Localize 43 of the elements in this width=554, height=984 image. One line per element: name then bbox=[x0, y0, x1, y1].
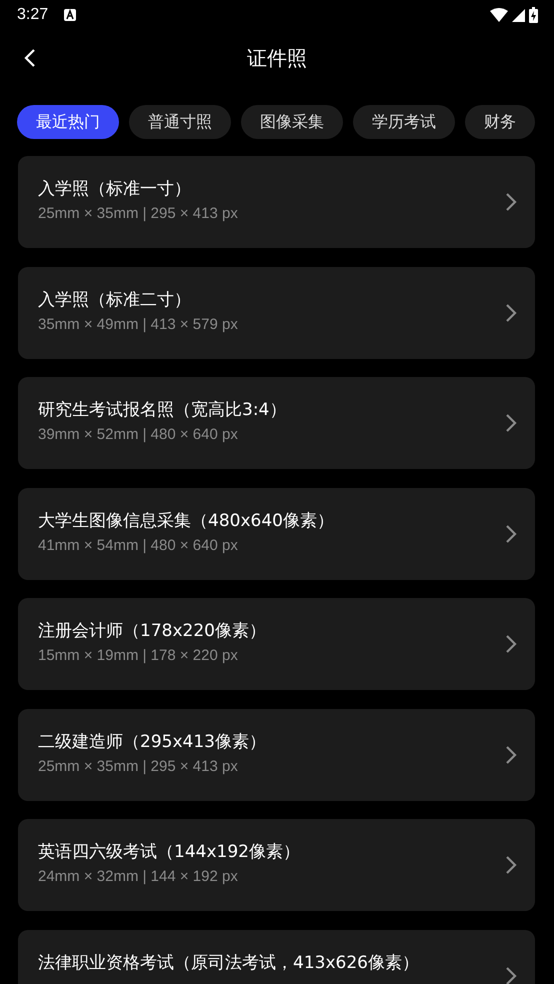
category-tab[interactable]: 图像采集 bbox=[241, 105, 343, 139]
battery-icon bbox=[529, 7, 538, 23]
size-dimensions: 25mm × 35mm | 295 × 413 px bbox=[38, 758, 239, 774]
page-title: 证件照 bbox=[247, 44, 307, 72]
chevron-right-icon bbox=[505, 634, 517, 654]
size-title: 入学照（标准一寸） bbox=[38, 178, 192, 200]
size-title: 法律职业资格考试（原司法考试，413x626像素） bbox=[38, 952, 420, 974]
category-tab[interactable]: 财务 bbox=[465, 105, 535, 139]
chevron-right-icon bbox=[505, 524, 517, 544]
category-tab[interactable]: 学历考试 bbox=[353, 105, 455, 139]
size-dimensions: 15mm × 19mm | 178 × 220 px bbox=[38, 647, 239, 664]
photo-size-card[interactable]: 入学照（标准一寸） 25mm × 35mm | 295 × 413 px bbox=[18, 156, 535, 248]
chevron-right-icon bbox=[505, 855, 517, 875]
photo-size-card[interactable]: 入学照（标准二寸） 35mm × 49mm | 413 × 579 px bbox=[18, 266, 535, 358]
status-time: 3:27 bbox=[17, 6, 48, 24]
category-tab[interactable]: 最近热门 bbox=[17, 105, 119, 139]
chevron-right-icon bbox=[505, 302, 517, 322]
chevron-right-icon bbox=[505, 192, 517, 212]
photo-size-card[interactable]: 法律职业资格考试（原司法考试，413x626像素） bbox=[18, 930, 535, 984]
photo-size-card[interactable]: 二级建造师（295x413像素） 25mm × 35mm | 295 × 413 px bbox=[18, 708, 535, 800]
chevron-right-icon bbox=[505, 744, 517, 764]
photo-size-card[interactable]: 研究生考试报名照（宽高比3:4） 39mm × 52mm | 480 × 640 px bbox=[18, 377, 535, 469]
size-title: 研究生考试报名照（宽高比3:4） bbox=[38, 399, 288, 421]
back-icon bbox=[24, 48, 36, 68]
size-dimensions: 24mm × 32mm | 144 × 192 px bbox=[38, 868, 239, 885]
chevron-right-icon bbox=[505, 413, 517, 433]
size-dimensions: 25mm × 35mm | 295 × 413 px bbox=[38, 205, 239, 222]
size-title: 大学生图像信息采集（480x640像素） bbox=[38, 510, 335, 532]
photo-size-card[interactable]: 注册会计师（178x220像素） 15mm × 19mm | 178 × 220 px bbox=[18, 598, 535, 690]
signal-icon bbox=[512, 8, 525, 22]
wifi-icon bbox=[490, 8, 508, 22]
category-tab[interactable]: 普通寸照 bbox=[129, 105, 231, 139]
notification-icon bbox=[64, 9, 76, 21]
photo-size-card[interactable]: 英语四六级考试（144x192像素） 24mm × 32mm | 144 × 192 px bbox=[18, 819, 535, 911]
size-dimensions: 39mm × 52mm | 480 × 640 px bbox=[38, 426, 239, 443]
photo-size-card[interactable]: 大学生图像信息采集（480x640像素） 41mm × 54mm | 480 × 640 px bbox=[18, 488, 535, 580]
size-dimensions: 35mm × 49mm | 413 × 579 px bbox=[38, 316, 239, 332]
size-title: 入学照（标准二寸） bbox=[38, 288, 192, 310]
chevron-right-icon bbox=[505, 966, 517, 984]
size-title: 二级建造师（295x413像素） bbox=[38, 730, 267, 752]
size-dimensions: 41mm × 54mm | 480 × 640 px bbox=[38, 536, 239, 554]
size-title: 英语四六级考试（144x192像素） bbox=[38, 841, 301, 863]
size-title: 注册会计师（178x220像素） bbox=[38, 620, 267, 642]
